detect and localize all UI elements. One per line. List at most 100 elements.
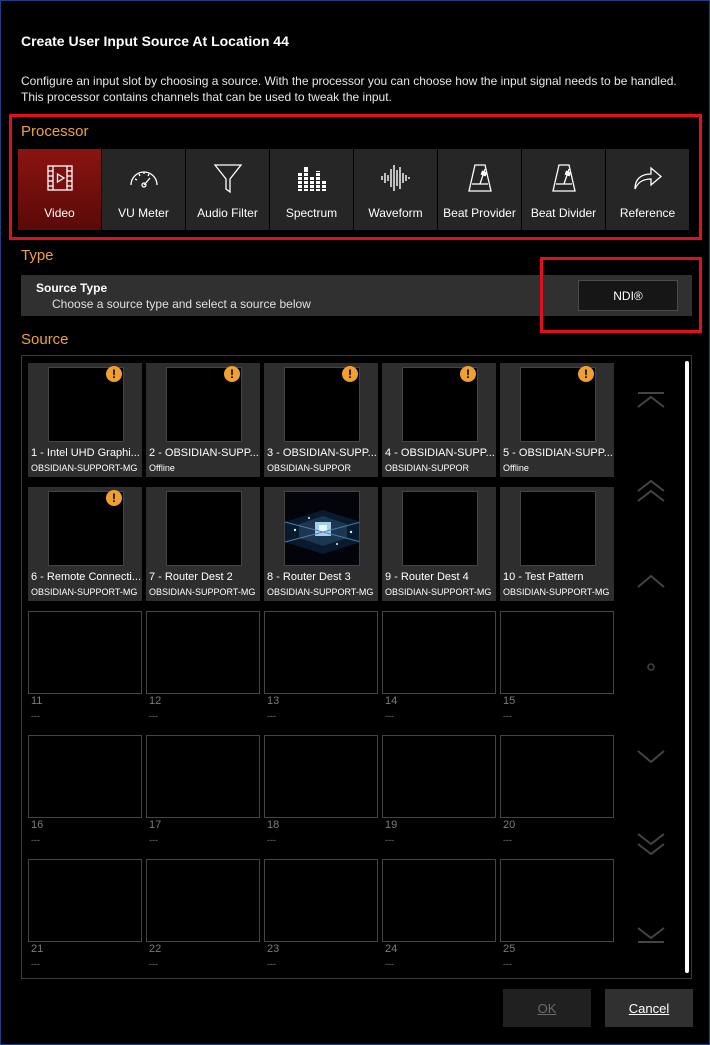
source-thumbnail	[28, 611, 142, 694]
source-scrollbar[interactable]	[685, 361, 689, 973]
source-tile-name: 3 - OBSIDIAN-SUPP...	[267, 447, 377, 459]
source-tile-host: ---	[385, 835, 394, 845]
source-tile-name: 21	[31, 943, 44, 955]
warning-icon: !	[342, 366, 358, 382]
source-tile-host: Offline	[503, 463, 529, 473]
source-tile-name: 23	[267, 943, 280, 955]
page-up-icon[interactable]	[636, 477, 666, 507]
source-tile[interactable]: 13 ---	[264, 611, 378, 725]
source-tile-host: Offline	[149, 463, 175, 473]
source-tile-host: ---	[31, 835, 40, 845]
source-tile-name: 10 - Test Pattern	[503, 571, 584, 583]
dialog-title: Create User Input Source At Location 44	[21, 33, 289, 49]
source-tile[interactable]: 15 ---	[500, 611, 614, 725]
scroll-bottom-icon[interactable]	[636, 916, 666, 946]
source-tile-name: 13	[267, 695, 280, 707]
source-tile[interactable]: 10 - Test Pattern OBSIDIAN-SUPPORT-MG	[500, 487, 614, 601]
source-tile-host: OBSIDIAN-SUPPORT-MG	[267, 587, 374, 597]
source-tile[interactable]: 12 ---	[146, 611, 260, 725]
source-tile[interactable]: 9 - Router Dest 4 OBSIDIAN-SUPPORT-MG	[382, 487, 496, 601]
source-tile-name: 1 - Intel UHD Graphi...	[31, 447, 140, 459]
source-tile-name: 5 - OBSIDIAN-SUPP...	[503, 447, 613, 459]
line-up-icon[interactable]	[636, 567, 666, 597]
source-tile-name: 19	[385, 819, 398, 831]
source-tile-name: 14	[385, 695, 398, 707]
source-tile-host: OBSIDIAN-SUPPORT-MG	[385, 587, 492, 597]
source-tile-host: ---	[503, 959, 512, 969]
source-tile[interactable]: 8 - Router Dest 3 OBSIDIAN-SUPPORT-MG	[264, 487, 378, 601]
source-tile[interactable]: 24 ---	[382, 859, 496, 973]
source-tile[interactable]: 7 - Router Dest 2 OBSIDIAN-SUPPORT-MG	[146, 487, 260, 601]
source-tile-host: OBSIDIAN-SUPPOR	[385, 463, 470, 473]
source-thumbnail	[382, 735, 496, 818]
source-tile-host: ---	[267, 711, 276, 721]
source-tile-host: ---	[385, 711, 394, 721]
center-dot-icon[interactable]	[636, 652, 666, 682]
source-tile[interactable]: 19 ---	[382, 735, 496, 849]
source-thumbnail	[28, 859, 142, 942]
source-tile-name: 16	[31, 819, 44, 831]
source-tile-host: ---	[31, 711, 40, 721]
source-tile[interactable]: 14 ---	[382, 611, 496, 725]
source-thumbnail	[382, 859, 496, 942]
source-tile-name: 8 - Router Dest 3	[267, 571, 351, 583]
source-thumbnail	[500, 859, 614, 942]
source-thumbnail	[382, 611, 496, 694]
source-tile-host: ---	[385, 959, 394, 969]
source-tile-host: ---	[267, 959, 276, 969]
page-down-icon[interactable]	[636, 828, 666, 858]
source-tile[interactable]: 23 ---	[264, 859, 378, 973]
source-tile-name: 20	[503, 819, 516, 831]
source-thumbnail	[146, 859, 260, 942]
ok-button[interactable]: OK	[503, 989, 591, 1027]
source-tile[interactable]: ! 6 - Remote Connecti... OBSIDIAN-SUPPORT-…	[28, 487, 142, 601]
source-tile-name: 15	[503, 695, 516, 707]
source-tile-name: 11	[31, 695, 43, 707]
scroll-top-icon[interactable]	[636, 389, 666, 419]
source-type-subtitle: Choose a source type and select a source…	[52, 297, 311, 311]
source-tile-name: 24	[385, 943, 398, 955]
source-tile-host: ---	[149, 711, 158, 721]
source-tile-host: ---	[267, 835, 276, 845]
line-down-icon[interactable]	[636, 741, 666, 771]
source-tile[interactable]: ! 5 - OBSIDIAN-SUPP... Offline	[500, 363, 614, 477]
source-tile[interactable]: 16 ---	[28, 735, 142, 849]
source-tile-name: 6 - Remote Connecti...	[31, 571, 141, 583]
source-section-label: Source	[21, 331, 69, 348]
source-tile-host: OBSIDIAN-SUPPOR	[267, 463, 352, 473]
source-tile-host: ---	[149, 835, 158, 845]
dialog-description: Configure an input slot by choosing a so…	[21, 74, 677, 104]
source-tile[interactable]: ! 2 - OBSIDIAN-SUPP... Offline	[146, 363, 260, 477]
source-thumbnail	[500, 735, 614, 818]
source-thumbnail	[146, 611, 260, 694]
source-tile-host: OBSIDIAN-SUPPORT-MG	[31, 587, 138, 597]
source-tile-host: OBSIDIAN-SUPPORT-MG	[31, 463, 138, 473]
create-input-dialog: Create User Input Source At Location 44 …	[0, 0, 710, 1045]
source-tile[interactable]: 17 ---	[146, 735, 260, 849]
source-tile[interactable]: ! 4 - OBSIDIAN-SUPP... OBSIDIAN-SUPPOR	[382, 363, 496, 477]
source-thumbnail	[402, 491, 478, 566]
processor-highlight-box	[9, 114, 702, 240]
source-preview-image	[284, 491, 360, 566]
warning-icon: !	[106, 366, 122, 382]
cancel-button[interactable]: Cancel	[605, 989, 693, 1027]
source-tile[interactable]: 25 ---	[500, 859, 614, 973]
source-tile-name: 7 - Router Dest 2	[149, 571, 233, 583]
source-tile[interactable]: ! 1 - Intel UHD Graphi... OBSIDIAN-SUPPORT…	[28, 363, 142, 477]
source-thumbnail	[146, 735, 260, 818]
source-tile-name: 9 - Router Dest 4	[385, 571, 469, 583]
warning-icon: !	[224, 366, 240, 382]
source-tile[interactable]: 22 ---	[146, 859, 260, 973]
source-tile-name: 2 - OBSIDIAN-SUPP...	[149, 447, 259, 459]
source-tile-host: ---	[149, 959, 158, 969]
source-tile[interactable]: 21 ---	[28, 859, 142, 973]
type-section-label: Type	[21, 247, 54, 264]
source-thumbnail	[520, 491, 596, 566]
source-thumbnail	[264, 735, 378, 818]
source-thumbnail	[28, 735, 142, 818]
source-tile[interactable]: ! 3 - OBSIDIAN-SUPP... OBSIDIAN-SUPPOR	[264, 363, 378, 477]
source-tile[interactable]: 11 ---	[28, 611, 142, 725]
source-tile[interactable]: 20 ---	[500, 735, 614, 849]
source-tile-name: 18	[267, 819, 280, 831]
source-tile[interactable]: 18 ---	[264, 735, 378, 849]
